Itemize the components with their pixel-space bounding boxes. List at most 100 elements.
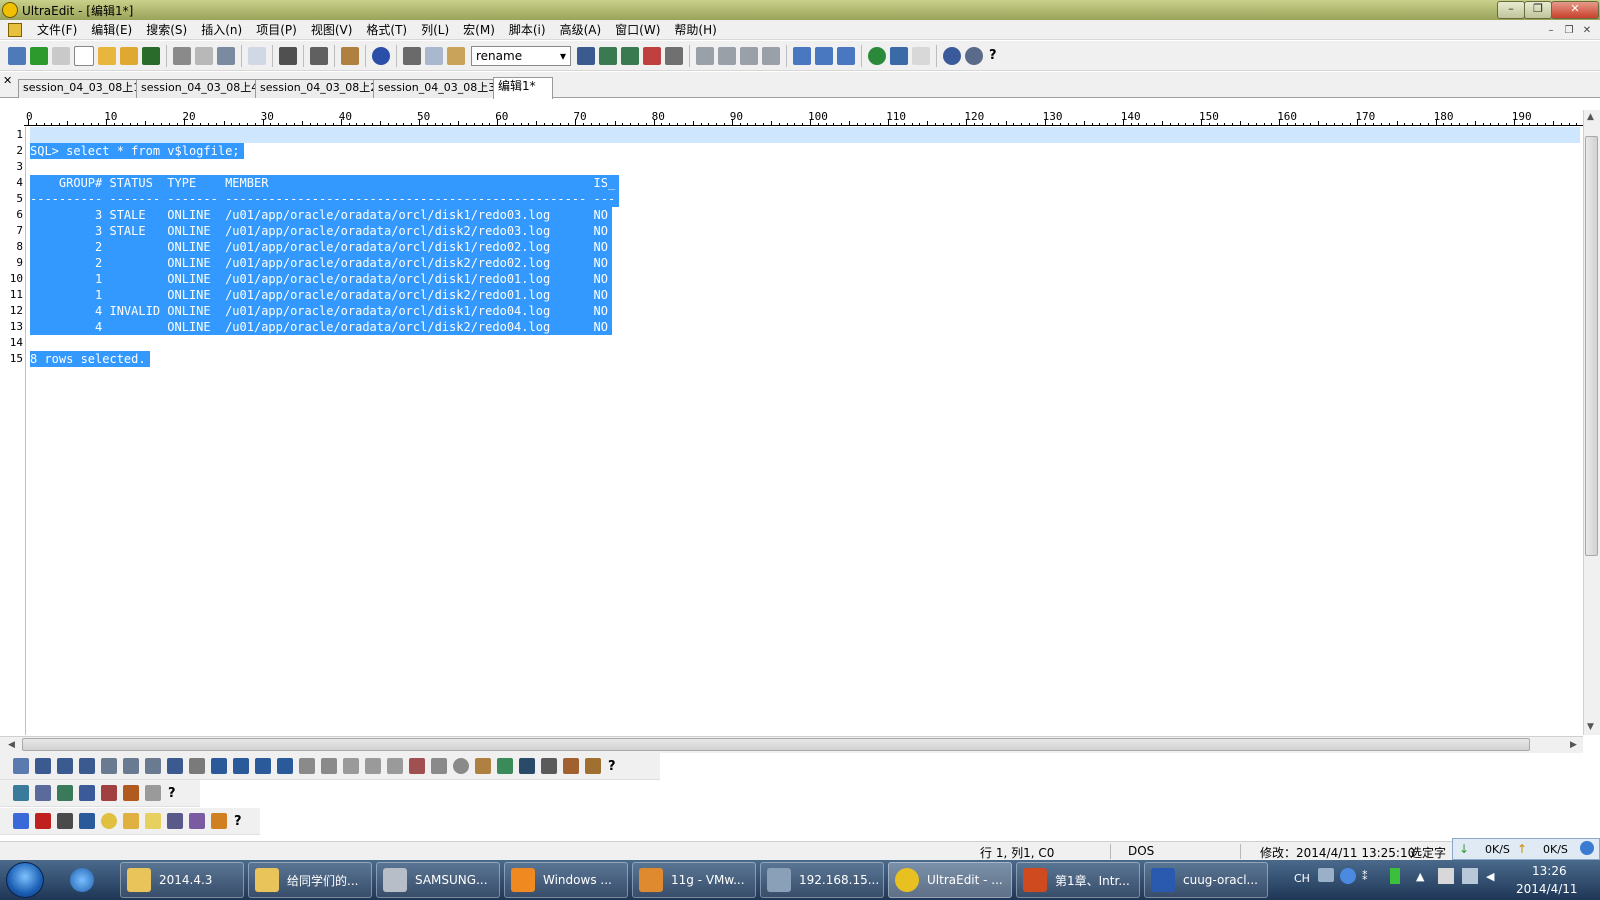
- align-right-icon[interactable]: [740, 46, 758, 65]
- line-ending-format[interactable]: DOS: [1128, 844, 1154, 858]
- bold-icon[interactable]: [35, 758, 51, 774]
- checkbox-icon[interactable]: [431, 758, 447, 774]
- button-icon[interactable]: [365, 758, 381, 774]
- info-icon[interactable]: [943, 46, 961, 65]
- page-setup-icon[interactable]: [217, 46, 235, 65]
- clipboard-select[interactable]: rename ▾: [471, 45, 571, 66]
- settings-icon[interactable]: [145, 785, 161, 801]
- code-line[interactable]: 2 ONLINE /u01/app/oracle/oradata/orcl/di…: [30, 255, 612, 271]
- hex-mode-icon[interactable]: [310, 46, 328, 65]
- google-icon[interactable]: [13, 813, 29, 829]
- keyboard-icon[interactable]: [1318, 868, 1334, 882]
- new-file-icon[interactable]: [74, 45, 94, 66]
- table-icon[interactable]: [541, 758, 557, 774]
- options-icon[interactable]: ⁑: [1362, 870, 1368, 883]
- help-icon[interactable]: [1340, 868, 1356, 884]
- scroll-left-icon[interactable]: ◀: [8, 740, 15, 750]
- horizontal-scroll-thumb[interactable]: [22, 738, 1530, 751]
- tab-edit1[interactable]: 编辑1*: [493, 77, 553, 99]
- menu-insert[interactable]: 插入(n): [194, 20, 249, 40]
- menu-search[interactable]: 搜索(S): [139, 20, 194, 40]
- menu-column[interactable]: 列(L): [414, 20, 456, 40]
- taskbar-item-word[interactable]: cuug-oracl...: [1144, 862, 1268, 898]
- taskbar-item-folder-2[interactable]: 给同学们的...: [248, 862, 372, 898]
- ftp-icon[interactable]: [890, 46, 908, 65]
- maximize-button[interactable]: ❐: [1524, 1, 1552, 19]
- print-icon[interactable]: [173, 46, 191, 65]
- child-restore-button[interactable]: ❐: [1561, 24, 1577, 38]
- scroll-right-icon[interactable]: ▶: [1570, 740, 1577, 750]
- sort-icon[interactable]: [57, 785, 73, 801]
- menu-file[interactable]: 文件(F): [30, 20, 84, 40]
- code-line[interactable]: ---------- ------- ------- -------------…: [30, 191, 620, 207]
- edit-tag-icon[interactable]: [189, 758, 205, 774]
- justify-icon[interactable]: [762, 46, 780, 65]
- numbered-list-icon[interactable]: [145, 758, 161, 774]
- italic-icon[interactable]: [57, 758, 73, 774]
- input-language[interactable]: CH: [1294, 872, 1310, 885]
- code-line[interactable]: 8 rows selected.: [30, 351, 150, 367]
- code-line[interactable]: 3 STALE ONLINE /u01/app/oracle/oradata/o…: [30, 207, 612, 223]
- wikipedia-icon[interactable]: [57, 813, 73, 829]
- code-line[interactable]: 4 INVALID ONLINE /u01/app/oracle/oradata…: [30, 303, 612, 319]
- msdn-icon[interactable]: [79, 813, 95, 829]
- save-icon[interactable]: [142, 46, 160, 65]
- anchor-icon[interactable]: [519, 758, 535, 774]
- taskbar-item-vmware[interactable]: 11g - VMw...: [632, 862, 756, 898]
- taskbar-item-powerpoint[interactable]: 第1章、Intr...: [1016, 862, 1140, 898]
- forward-icon[interactable]: [52, 46, 70, 65]
- menu-help[interactable]: 帮助(H): [667, 20, 723, 40]
- trim-icon[interactable]: [101, 785, 117, 801]
- html-template-icon[interactable]: [13, 758, 29, 774]
- code-line[interactable]: 3 STALE ONLINE /u01/app/oracle/oradata/o…: [30, 223, 612, 239]
- taskbar-item-ultraedit[interactable]: UltraEdit - ...: [888, 862, 1012, 898]
- menu-macro[interactable]: 宏(M): [456, 20, 502, 40]
- start-button[interactable]: [6, 862, 44, 898]
- split-horizontal-icon[interactable]: [793, 46, 811, 65]
- scroll-up-icon[interactable]: ▲: [1587, 112, 1594, 122]
- heading4-icon[interactable]: [277, 758, 293, 774]
- minimize-button[interactable]: –: [1497, 1, 1525, 19]
- copy-icon[interactable]: [425, 46, 443, 65]
- heading-icon[interactable]: [211, 758, 227, 774]
- cut-icon[interactable]: [403, 46, 421, 65]
- replace-icon[interactable]: [643, 46, 661, 65]
- find-prev-icon[interactable]: [621, 46, 639, 65]
- menu-edit[interactable]: 编辑(E): [84, 20, 139, 40]
- browser-icon[interactable]: [372, 46, 390, 65]
- tools-icon[interactable]: [123, 785, 139, 801]
- hidden-field-icon[interactable]: [387, 758, 403, 774]
- code-line[interactable]: SQL> select * from v$logfile;: [30, 143, 244, 159]
- form-icon[interactable]: [299, 758, 315, 774]
- document-icon[interactable]: [8, 22, 22, 37]
- paste-icon[interactable]: [447, 46, 465, 65]
- globe-icon[interactable]: [868, 46, 886, 65]
- taskbar-item-media-player[interactable]: Windows ...: [504, 862, 628, 898]
- perl-icon[interactable]: [189, 813, 205, 829]
- word-wrap-icon[interactable]: [279, 46, 297, 65]
- menu-script[interactable]: 脚本(i): [502, 20, 553, 40]
- html-help-icon[interactable]: ?: [608, 759, 616, 774]
- tab-session-3[interactable]: session_04_03_08上3: [373, 79, 501, 98]
- color-picker-icon[interactable]: [563, 758, 579, 774]
- back-icon[interactable]: [30, 46, 48, 65]
- menu-view[interactable]: 视图(V): [304, 20, 360, 40]
- document-properties-icon[interactable]: [248, 46, 266, 65]
- validate-icon[interactable]: [585, 758, 601, 774]
- close-button[interactable]: ✕: [1551, 1, 1599, 19]
- select-list-icon[interactable]: [475, 758, 491, 774]
- heading2-icon[interactable]: [233, 758, 249, 774]
- find-icon[interactable]: [577, 46, 595, 65]
- vertical-scroll-thumb[interactable]: [1585, 136, 1598, 556]
- context-help-icon[interactable]: ?: [989, 48, 997, 63]
- format-help-icon[interactable]: ?: [168, 786, 176, 801]
- align-center-icon[interactable]: [718, 46, 736, 65]
- print-preview-icon[interactable]: [195, 46, 213, 65]
- menu-project[interactable]: 项目(P): [249, 20, 304, 40]
- open-icon[interactable]: [120, 46, 138, 65]
- tab-session-4[interactable]: session_04_03_08上4: [136, 79, 264, 98]
- web-help-icon[interactable]: ?: [234, 814, 242, 829]
- child-close-button[interactable]: ✕: [1579, 24, 1595, 38]
- network-icon[interactable]: [1462, 868, 1478, 884]
- code-line[interactable]: 2 ONLINE /u01/app/oracle/oradata/orcl/di…: [30, 239, 612, 255]
